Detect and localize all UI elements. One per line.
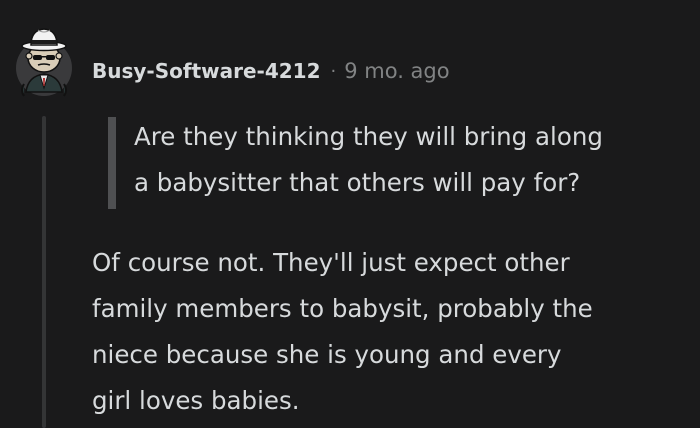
quote-text: Are they thinking they will bring along … — [134, 114, 694, 206]
quote-line: Are they thinking they will bring along — [134, 122, 603, 151]
comment-body: Of course not. They'll just expect other… — [92, 240, 692, 424]
body-line: niece because she is young and every — [92, 340, 562, 369]
comment: Busy-Software-4212 · 9 mo. ago Are they … — [0, 0, 700, 428]
body-line: family members to babysit, probably the — [92, 294, 593, 323]
meta-separator: · — [330, 60, 337, 82]
quote-bar — [108, 117, 116, 209]
body-line: girl loves babies. — [92, 386, 300, 415]
quote-line: a babysitter that others will pay for? — [134, 168, 581, 197]
body-line: Of course not. They'll just expect other — [92, 248, 570, 277]
thread-collapse-line[interactable] — [42, 116, 46, 428]
username-link[interactable]: Busy-Software-4212 — [92, 59, 321, 83]
comment-meta: Busy-Software-4212 · 9 mo. ago — [92, 56, 450, 86]
user-avatar-icon[interactable] — [14, 18, 80, 102]
comment-timestamp[interactable]: 9 mo. ago — [344, 59, 449, 83]
blockquote: Are they thinking they will bring along … — [108, 114, 688, 209]
